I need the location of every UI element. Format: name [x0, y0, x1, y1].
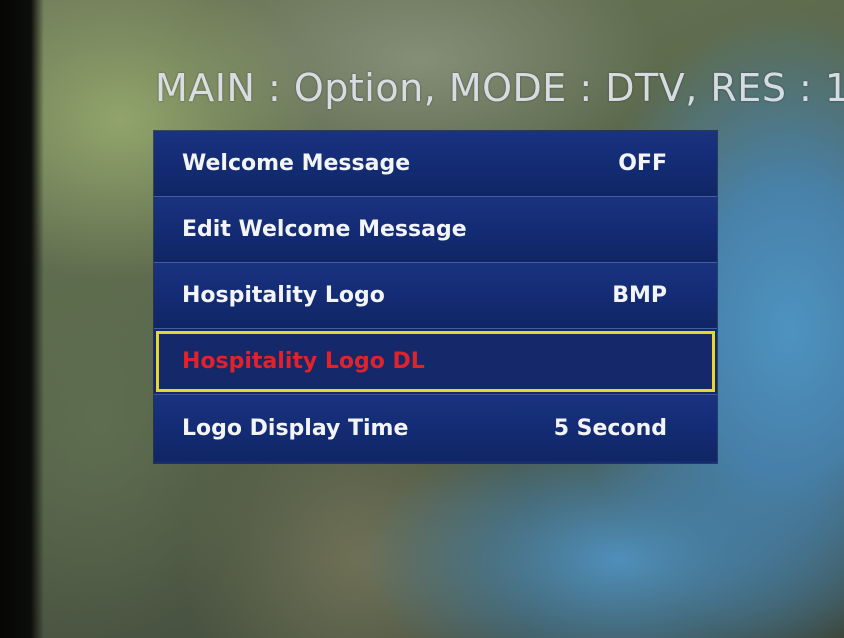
tv-bezel: [0, 0, 44, 638]
options-menu: Welcome Message OFF Edit Welcome Message…: [154, 131, 717, 463]
menu-item-label: Hospitality Logo DL: [182, 349, 425, 374]
menu-item-logo-display-time[interactable]: Logo Display Time 5 Second: [154, 395, 717, 461]
menu-item-value: OFF: [618, 151, 667, 176]
menu-item-label: Logo Display Time: [182, 415, 409, 441]
menu-item-hospitality-logo-dl[interactable]: Hospitality Logo DL: [154, 329, 717, 395]
menu-item-label: Hospitality Logo: [182, 283, 385, 308]
tv-screen: MAIN : Option, MODE : DTV, RES : 1 Welco…: [0, 0, 844, 638]
mode-status-text: MAIN : Option, MODE : DTV, RES : 1: [155, 66, 844, 110]
menu-item-value: BMP: [612, 283, 667, 308]
menu-item-hospitality-logo[interactable]: Hospitality Logo BMP: [154, 263, 717, 329]
menu-item-label: Welcome Message: [182, 151, 411, 176]
menu-item-edit-welcome-message[interactable]: Edit Welcome Message: [154, 197, 717, 263]
menu-item-welcome-message[interactable]: Welcome Message OFF: [154, 131, 717, 197]
menu-item-label: Edit Welcome Message: [182, 217, 467, 242]
menu-item-value: 5 Second: [553, 415, 667, 441]
